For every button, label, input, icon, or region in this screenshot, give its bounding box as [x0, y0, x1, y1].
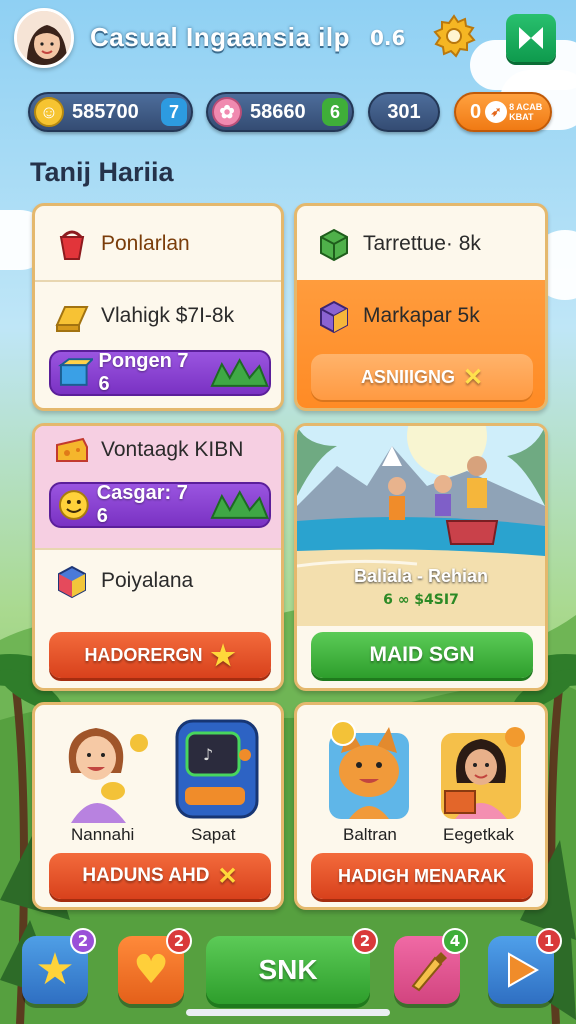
pongen-pill[interactable]: Pongen 7 6 — [49, 350, 271, 396]
cheese-icon — [56, 437, 88, 462]
brush-icon — [411, 952, 447, 992]
top-header: Casual Ingaansia ilp 0.6 — [0, 0, 576, 84]
girl-eating-icon[interactable] — [51, 713, 151, 823]
bird-icon: ➶ — [485, 101, 508, 123]
blue-cube-icon — [58, 565, 86, 599]
currency-energy[interactable]: 301 — [368, 92, 440, 132]
item-label: Nannahi — [71, 825, 135, 844]
casgar-pill[interactable]: Casgar: 7 6 — [49, 482, 271, 528]
star-icon: ★ — [210, 639, 236, 671]
card-row[interactable]: Markapar 5k — [297, 294, 545, 338]
svg-text:♪: ♪ — [203, 745, 213, 764]
home-indicator[interactable] — [186, 1009, 390, 1016]
main-label: SNK — [258, 954, 318, 985]
smiley-icon — [58, 490, 89, 520]
button-label: HADUNS AHD — [82, 865, 210, 886]
coins-badge: 7 — [161, 98, 187, 126]
nav-badge: 2 — [352, 928, 378, 954]
cat-icon[interactable] — [319, 713, 419, 823]
row-label: Ponlarlan — [101, 232, 190, 255]
nav-brush-button[interactable]: 4 — [394, 928, 468, 1004]
currency-gems[interactable]: ✿ 58660 6 — [206, 92, 354, 132]
card-top-left: Ponlarlan Vlahigk $7I-8k Pongen 7 6 — [32, 203, 284, 411]
card-mid-left: Vontaagk KIBN Casgar: 7 6 Poiyalana HADO… — [32, 423, 284, 691]
girl-avatar[interactable] — [14, 8, 74, 68]
energy-value: 301 — [387, 100, 421, 123]
divider — [35, 548, 281, 550]
red-bucket-icon — [59, 230, 85, 260]
nav-badge: 2 — [166, 928, 192, 954]
gems-value: 58660 — [250, 100, 306, 123]
gear-icon[interactable] — [430, 12, 478, 60]
coins-value: 585700 — [72, 100, 139, 123]
row-label: Tarrettue· 8k — [363, 232, 481, 255]
x-icon: ✕ — [462, 363, 484, 391]
item-label: Eegetkak — [443, 825, 514, 844]
assign-button[interactable]: ASNIIIGNG ✕ — [311, 354, 533, 400]
girl-gift-icon[interactable] — [431, 713, 531, 823]
scene-sub: 6 ∞ $4SI7 — [297, 592, 545, 608]
nav-star-button[interactable]: ★ 2 — [22, 928, 96, 1004]
app-title: Casual Ingaansia ilp — [90, 22, 350, 52]
bird-sub: 8 ACAB KBAT — [509, 102, 543, 122]
nav-badge: 1 — [536, 928, 562, 954]
card-row[interactable]: Tarrettue· 8k — [297, 222, 545, 266]
blue-box-icon — [57, 358, 93, 386]
currency-bird[interactable]: 0 ➶ 8 ACAB KBAT — [454, 92, 552, 132]
button-label: HADIGH MENARAK — [338, 865, 506, 886]
scene-caption: Baliala - Rehian — [353, 566, 489, 586]
button-label: ASNIIIGNG — [360, 366, 455, 387]
card-row[interactable]: Poiyalana — [35, 559, 281, 603]
hadigh-menarak-button[interactable]: HADIGH MENARAK — [311, 853, 533, 899]
divider — [35, 280, 281, 282]
section-title: Tanij Hariia — [30, 157, 174, 187]
star-icon: ★ — [35, 944, 75, 995]
nav-badge: 4 — [442, 928, 468, 954]
nav-heart-button[interactable]: ♥ 2 — [118, 928, 192, 1004]
card-bottom-right: Baltran Eegetkak HADIGH MENARAK — [294, 702, 548, 910]
card-row[interactable]: Vlahigk $7I-8k — [35, 294, 281, 338]
card-row[interactable]: Ponlarlan — [35, 222, 281, 266]
bird-value: 0 — [470, 100, 482, 123]
purple-cube-icon — [320, 300, 348, 334]
game-device-icon[interactable]: ♪ — [171, 715, 263, 823]
button-label: HADORERGN — [84, 644, 203, 665]
leaf-icon — [210, 358, 269, 387]
row-label: Vontaagk KIBN — [101, 438, 244, 461]
haduns-ahd-button[interactable]: HADUNS AHD ✕ — [49, 853, 271, 899]
version-label: 0.6 — [370, 26, 406, 50]
leaf-icon — [209, 490, 269, 519]
maid-sgn-button[interactable]: MAID SGN — [311, 632, 533, 678]
play-icon — [508, 952, 540, 988]
card-row[interactable]: Vontaagk KIBN — [35, 428, 281, 472]
row-label: Markapar 5k — [363, 304, 480, 327]
smiley-coin-icon: ☺ — [34, 97, 64, 127]
button-label: MAID SGN — [369, 643, 475, 666]
nav-badge: 2 — [70, 928, 96, 954]
item-label: Baltran — [343, 825, 397, 844]
gems-badge: 6 — [322, 98, 348, 126]
row-label: Vlahigk $7I-8k — [101, 304, 235, 327]
nav-play-button[interactable]: 1 — [488, 928, 562, 1004]
pill-label: Pongen 7 6 — [98, 350, 189, 395]
hadorergn-button[interactable]: HADORERGN ★ — [49, 632, 271, 678]
pill-label: Casgar: 7 6 — [96, 482, 188, 527]
heart-icon: ♥ — [133, 947, 169, 993]
row-label: Poiyalana — [101, 569, 194, 592]
card-top-right: Tarrettue· 8k Markapar 5k ASNIIIGNG ✕ — [294, 203, 548, 411]
bowtie-icon[interactable] — [506, 14, 556, 62]
flower-gem-icon: ✿ — [212, 97, 242, 127]
scene-sub-text: 6 ∞ $4SI7 — [383, 592, 459, 608]
card-mid-right: Baliala - Rehian 6 ∞ $4SI7 MAID SGN — [294, 423, 548, 691]
green-cube-icon — [320, 228, 348, 262]
item-label: Sapat — [191, 825, 236, 844]
currency-coins[interactable]: ☺ 585700 7 — [28, 92, 193, 132]
card-bottom-left: ♪ Nannahi Sapat HADUNS AHD ✕ — [32, 702, 284, 910]
gold-bar-icon — [55, 306, 89, 332]
x-icon: ✕ — [217, 862, 238, 890]
nav-main-button[interactable]: SNK 2 — [206, 928, 378, 1004]
